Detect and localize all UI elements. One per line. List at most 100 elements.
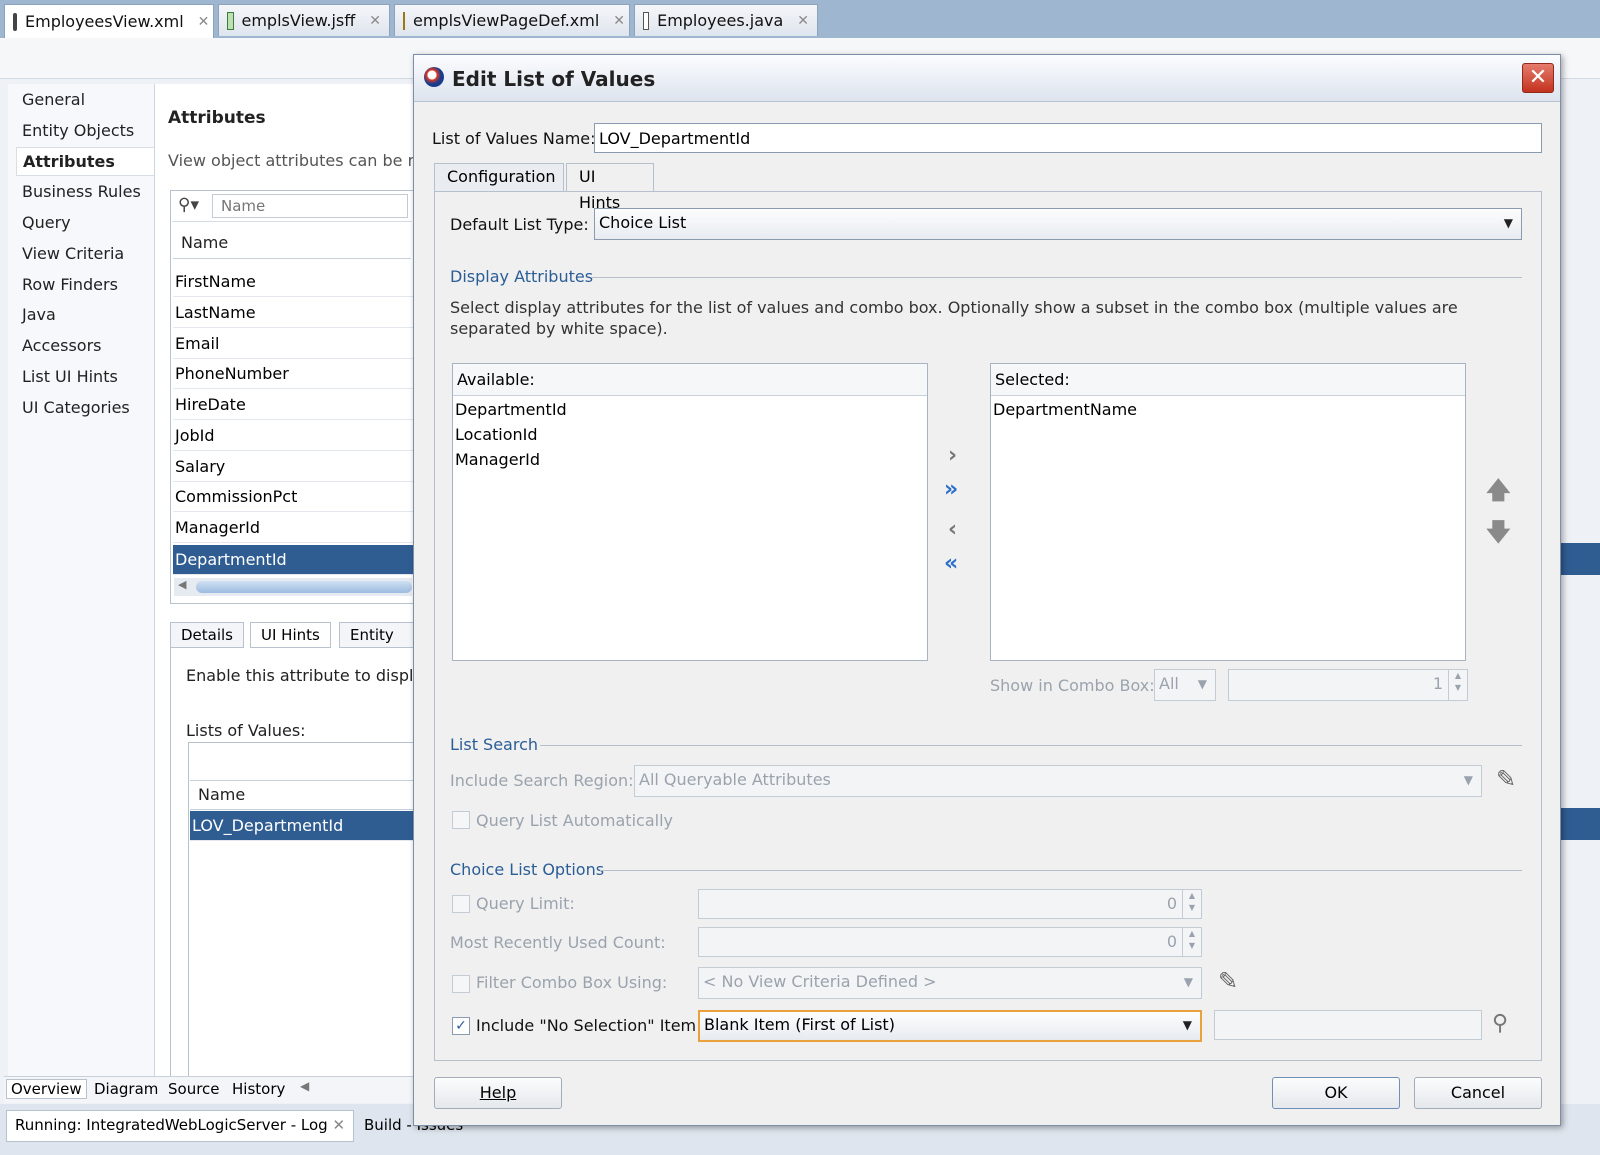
scrollbar-thumb[interactable] (196, 581, 412, 593)
move-all-left-icon[interactable]: « (944, 551, 958, 576)
no-selection-select[interactable]: Blank Item (First of List) ▼ (698, 1010, 1202, 1042)
tab-log[interactable]: Running: IntegratedWebLogicServer - Log … (6, 1110, 355, 1142)
ok-button[interactable]: OK (1272, 1077, 1400, 1109)
tab-history[interactable]: History (232, 1080, 285, 1098)
move-left-icon[interactable]: ‹ (948, 517, 957, 542)
tab-label: emplsViewPageDef.xml (413, 11, 600, 30)
nav-java[interactable]: Java (22, 305, 56, 324)
available-list[interactable]: Available: DepartmentId LocationId Manag… (452, 363, 928, 661)
table-row[interactable]: Email (173, 329, 413, 359)
query-automatically-checkbox[interactable] (452, 811, 470, 829)
tab-ui-hints[interactable]: UI Hints (250, 622, 331, 648)
lov-row-selected[interactable]: LOV_DepartmentId (190, 811, 414, 841)
no-selection-text-input[interactable] (1214, 1010, 1482, 1040)
tab-details[interactable]: Details (170, 622, 245, 648)
background-selected-row (1560, 543, 1600, 575)
show-in-combo-count[interactable]: 1 ▲ ▼ (1228, 669, 1468, 701)
filter-combo-label: Filter Combo Box Using: (476, 973, 668, 992)
move-all-right-icon[interactable]: » (944, 477, 958, 502)
lov-column-header[interactable]: Name (190, 780, 414, 810)
tab-emplsview-jsff[interactable]: emplsView.jsff ✕ (218, 4, 390, 36)
tab-ui-hints[interactable]: UI Hints (566, 163, 654, 212)
table-row[interactable]: CommissionPct (173, 482, 413, 512)
list-item[interactable]: ManagerId (455, 450, 540, 469)
dialog-title: Edit List of Values (452, 67, 656, 91)
mru-count-input[interactable]: 0 ▲ ▼ (698, 927, 1202, 957)
query-automatically-label: Query List Automatically (476, 811, 673, 830)
edit-pencil-icon[interactable]: ✎ (1218, 967, 1238, 995)
table-row[interactable]: LastName (173, 298, 413, 328)
nav-list-ui-hints[interactable]: List UI Hints (22, 367, 118, 386)
nav-attributes[interactable]: Attributes (16, 147, 161, 176)
lov-name-input[interactable] (594, 123, 1542, 153)
move-up-icon[interactable]: 🡅 (1486, 473, 1511, 514)
tab-emplsviewpagedef-xml[interactable]: emplsViewPageDef.xml ✕ (394, 4, 630, 36)
table-row[interactable]: ManagerId (173, 513, 413, 543)
scroll-left-icon[interactable]: ◀ (178, 578, 186, 591)
include-search-region-select[interactable]: All Queryable Attributes ▼ (634, 765, 1482, 797)
query-limit-input[interactable]: 0 ▲ ▼ (698, 889, 1202, 919)
nav-entity-objects[interactable]: Entity Objects (22, 121, 134, 140)
list-item[interactable]: DepartmentId (455, 400, 567, 419)
help-button[interactable]: Help (434, 1077, 562, 1109)
nav-row-finders[interactable]: Row Finders (22, 275, 118, 294)
close-tab-icon[interactable]: ✕ (613, 13, 625, 29)
spinner-icon[interactable]: ▲ ▼ (1182, 890, 1201, 918)
tab-diagram[interactable]: Diagram (94, 1080, 158, 1098)
attributes-column-header[interactable]: Name (173, 229, 411, 259)
show-in-combo-select[interactable]: All ▼ (1154, 669, 1216, 701)
show-in-combo-count-value: 1 (1432, 674, 1443, 693)
selected-header: Selected: (991, 364, 1465, 396)
spinner-icon[interactable]: ▲ ▼ (1448, 670, 1467, 700)
no-selection-checkbox[interactable]: ✓ (452, 1017, 470, 1035)
table-row-selected[interactable]: DepartmentId (173, 545, 413, 575)
choice-list-options-heading: Choice List Options (450, 860, 605, 879)
default-list-type-select[interactable]: Choice List ▼ (594, 208, 1522, 240)
tab-entity-attribute[interactable]: Entity A (339, 622, 419, 668)
nav-business-rules[interactable]: Business Rules (22, 182, 141, 201)
list-item[interactable]: LocationId (455, 425, 538, 444)
close-tab-icon[interactable]: ✕ (198, 14, 210, 30)
tab-employeesview-xml[interactable]: EmployeesView.xml ✕ (4, 4, 214, 38)
tab-configuration[interactable]: Configuration (434, 163, 564, 191)
table-row[interactable]: PhoneNumber (173, 359, 413, 389)
table-row[interactable]: Salary (173, 452, 413, 482)
move-down-icon[interactable]: 🡇 (1486, 515, 1511, 556)
nav-ui-categories[interactable]: UI Categories (22, 398, 130, 417)
list-item[interactable]: DepartmentName (993, 400, 1137, 419)
filter-combo-select[interactable]: < No View Criteria Defined > ▼ (698, 967, 1202, 999)
table-row[interactable]: FirstName (173, 267, 413, 297)
move-right-icon[interactable]: › (948, 443, 957, 468)
close-tab-icon[interactable]: ✕ (797, 13, 809, 29)
table-row[interactable]: HireDate (173, 390, 413, 420)
tab-employees-java[interactable]: Employees.java ✕ (634, 4, 818, 36)
nav-accessors[interactable]: Accessors (22, 336, 101, 355)
close-tab-icon[interactable]: ✕ (369, 13, 381, 29)
nav-view-criteria[interactable]: View Criteria (22, 244, 124, 263)
horizontal-scrollbar[interactable]: ◀ (174, 578, 412, 596)
query-limit-checkbox[interactable] (452, 895, 470, 913)
table-row[interactable]: JobId (173, 421, 413, 451)
close-tab-icon[interactable]: ✕ (332, 1116, 345, 1134)
edit-pencil-icon[interactable]: ✎ (1496, 765, 1516, 793)
attribute-search-input[interactable] (212, 194, 408, 218)
filter-combo-checkbox[interactable] (452, 975, 470, 993)
close-button[interactable]: ✕ (1522, 63, 1554, 93)
right-edge-label (1560, 230, 1600, 260)
spinner-icon[interactable]: ▲ ▼ (1182, 928, 1201, 956)
tab-overview[interactable]: Overview (6, 1079, 87, 1099)
nav-query[interactable]: Query (22, 213, 71, 232)
search-icon[interactable]: ⚲ (1492, 1011, 1508, 1036)
nav-general[interactable]: General (22, 90, 85, 109)
search-icon[interactable]: ⚲▾ (178, 195, 199, 215)
scroll-left-icon[interactable]: ◀ (300, 1079, 309, 1093)
selected-list[interactable]: Selected: DepartmentName (990, 363, 1466, 661)
pagedef-icon (403, 11, 405, 30)
jsff-icon (227, 11, 234, 30)
section-divider (540, 745, 1522, 746)
query-limit-label: Query Limit: (476, 894, 575, 913)
cancel-button[interactable]: Cancel (1414, 1077, 1542, 1109)
dialog-titlebar[interactable]: Edit List of Values ✕ (414, 55, 1560, 102)
mru-count-label: Most Recently Used Count: (450, 933, 666, 952)
tab-source[interactable]: Source (168, 1080, 220, 1098)
